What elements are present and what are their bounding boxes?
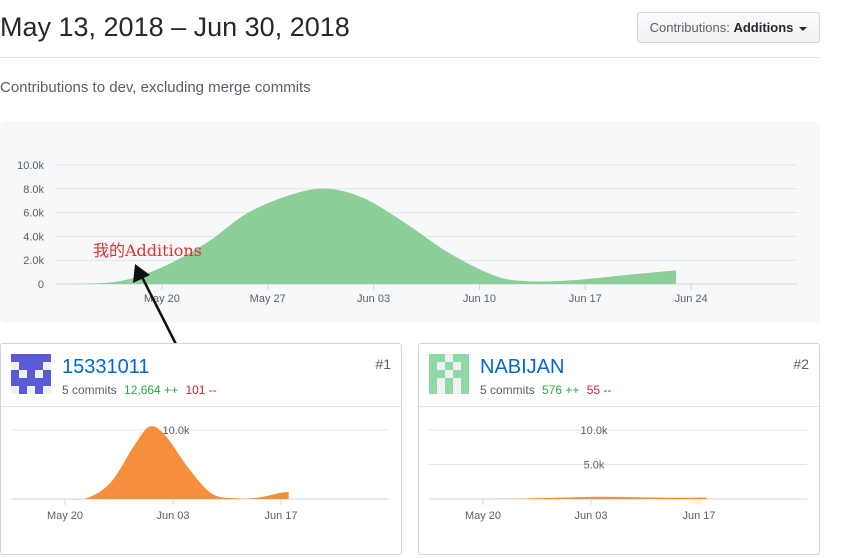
contributor-card-header: 15331011 5 commits 12,664 ++ 101 -- #1 <box>1 344 401 407</box>
y-tick-label: 6.0k <box>23 208 44 220</box>
main-chart-svg: 0 2.0k 4.0k 6.0k 8.0k 10.0k May 20 May 27 Jun 03… <box>17 160 797 305</box>
y-tick-label: 2.0k <box>23 255 44 267</box>
y-tick-label: 10.0k <box>581 425 608 437</box>
x-tick-label: May 20 <box>47 510 83 522</box>
y-tick-label: 10.0k <box>17 160 44 172</box>
page-header: May 13, 2018 – Jun 30, 2018 Contribution… <box>0 0 820 58</box>
contributor-stats: 5 commits 576 ++ 55 -- <box>480 383 611 397</box>
contributor-card-1: 15331011 5 commits 12,664 ++ 101 -- #1 1… <box>0 343 402 555</box>
y-tick-label: 5.0k <box>584 460 605 472</box>
additions-count: 12,664 ++ <box>124 383 179 397</box>
annotation-text: 我的Additions <box>93 241 202 260</box>
x-tick-label: Jun 03 <box>574 510 607 522</box>
date-range-title: May 13, 2018 – Jun 30, 2018 <box>0 12 350 42</box>
contributions-subtitle: Contributions to dev, excluding merge co… <box>0 79 311 96</box>
x-tick-label: Jun 17 <box>264 510 297 522</box>
x-tick-label: May 20 <box>465 510 501 522</box>
additions-area <box>483 496 707 499</box>
contributor-card-2: NABIJAN 5 commits 576 ++ 55 -- #2 5.0k 10… <box>418 343 820 555</box>
x-tick-label: Jun 03 <box>357 293 390 305</box>
additions-count: 576 ++ <box>542 383 580 397</box>
avatar[interactable] <box>11 354 51 394</box>
deletions-count: 55 -- <box>586 383 612 397</box>
y-tick-label: 8.0k <box>23 184 44 196</box>
y-tick-label: 0 <box>38 279 44 291</box>
contributions-select-value: Additions <box>733 20 794 35</box>
commit-count-link[interactable]: 5 commits <box>62 383 117 397</box>
contributions-type-select[interactable]: Contributions: Additions <box>636 12 820 43</box>
contributor-rank: #1 <box>375 356 391 372</box>
main-contributions-chart: 0 2.0k 4.0k 6.0k 8.0k 10.0k May 20 May 27 Jun 03… <box>0 121 820 323</box>
y-tick-label: 10.0k <box>163 425 190 437</box>
contributor-rank: #2 <box>793 356 809 372</box>
contributor-chart-1: 10.0k May 20 Jun 03 Jun 17 <box>11 425 389 522</box>
contributor-chart-2: 5.0k 10.0k May 20 Jun 03 Jun 17 <box>429 425 807 522</box>
commit-count-link[interactable]: 5 commits <box>480 383 535 397</box>
x-tick-label: Jun 24 <box>675 293 708 305</box>
additions-area <box>65 426 289 500</box>
deletions-count: 101 -- <box>185 383 217 397</box>
y-tick-label: 4.0k <box>23 231 44 243</box>
x-tick-label: Jun 17 <box>569 293 602 305</box>
contributions-select-key: Contributions: <box>649 20 730 35</box>
x-tick-label: Jun 17 <box>682 510 715 522</box>
contributor-stats: 5 commits 12,664 ++ 101 -- <box>62 383 217 397</box>
x-tick-label: May 27 <box>250 293 286 305</box>
x-tick-label: Jun 10 <box>463 293 496 305</box>
caret-down-icon <box>799 26 807 31</box>
x-tick-label: May 20 <box>144 293 180 305</box>
contributor-name-link[interactable]: 15331011 <box>62 356 150 379</box>
contributor-card-header: NABIJAN 5 commits 576 ++ 55 -- #2 <box>419 344 819 407</box>
contributor-name-link[interactable]: NABIJAN <box>480 356 564 379</box>
avatar[interactable] <box>429 354 469 394</box>
x-tick-label: Jun 03 <box>156 510 189 522</box>
